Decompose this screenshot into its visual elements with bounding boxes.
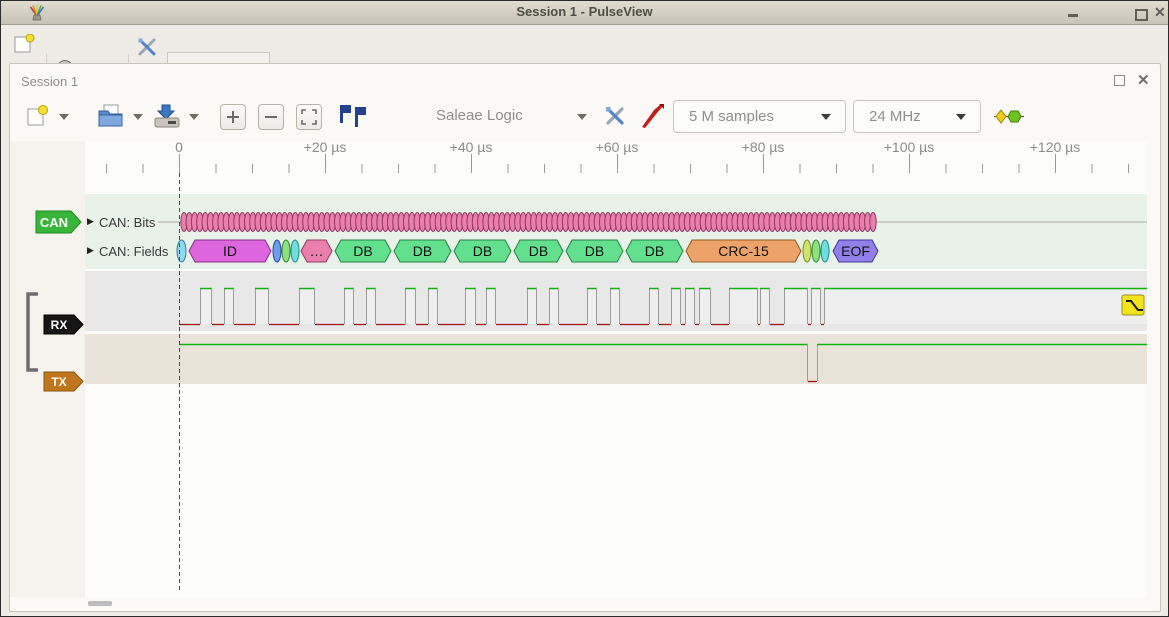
device-config-icon[interactable] <box>604 105 626 127</box>
session-subwindow-title: Session 1 <box>21 74 78 89</box>
float-window-button[interactable] <box>1114 75 1125 86</box>
zoom-in-button[interactable] <box>220 104 246 130</box>
maximize-button[interactable] <box>1135 9 1148 21</box>
rx-row-band <box>85 271 1147 331</box>
main-toolbar: Run Session 1 ✕ <box>1 25 1168 63</box>
bits-row-expander-icon[interactable]: ▶ <box>87 216 94 227</box>
close-button[interactable]: ✕ <box>1154 7 1166 17</box>
sample-count-select[interactable]: 5 M samples <box>673 100 846 133</box>
titlebar: Session 1 - PulseView ✕ <box>1 1 1168 25</box>
sample-count-value: 5 M samples <box>689 108 774 125</box>
new-session-icon[interactable] <box>13 34 35 54</box>
can-decoder-tag[interactable]: CAN <box>35 210 85 234</box>
sample-count-arrow <box>821 114 831 120</box>
rx-tag-label: RX <box>51 318 68 332</box>
rx-channel-tag[interactable]: RX <box>43 314 87 335</box>
device-select[interactable]: Saleae Logic <box>436 107 523 124</box>
zoom-fit-button[interactable] <box>296 104 322 130</box>
can-tag-label: CAN <box>40 215 68 230</box>
add-decoder-icon[interactable] <box>994 108 1024 125</box>
session-close-button[interactable]: ✕ <box>1137 71 1150 89</box>
new-file-icon[interactable] <box>25 105 49 127</box>
pulseview-window: Session 1 - PulseView ✕ Run Session 1 ✕ … <box>0 0 1169 617</box>
channel-group-bracket <box>24 292 44 372</box>
fields-row-expander-icon[interactable]: ▶ <box>87 245 94 256</box>
open-file-dropdown[interactable] <box>133 114 143 120</box>
settings-tools-icon[interactable] <box>137 37 157 57</box>
decoder-row-band <box>85 194 1147 269</box>
sample-rate-select[interactable]: 24 MHz <box>853 100 981 133</box>
fields-row-label: CAN: Fields <box>99 244 168 259</box>
horizontal-scrollbar[interactable] <box>88 601 112 606</box>
bits-row-label: CAN: Bits <box>99 215 155 230</box>
tx-row-band <box>85 334 1147 384</box>
zoom-out-button[interactable] <box>258 104 284 130</box>
trigger-flags-icon[interactable] <box>340 105 368 129</box>
new-file-dropdown[interactable] <box>59 114 69 120</box>
sample-rate-value: 24 MHz <box>869 108 921 125</box>
channels-probe-icon[interactable] <box>640 103 666 129</box>
minimize-button[interactable] <box>1068 14 1078 17</box>
tx-channel-tag[interactable]: TX <box>43 371 87 392</box>
device-select-arrow[interactable] <box>577 114 587 120</box>
tx-tag-label: TX <box>51 375 66 389</box>
sample-rate-arrow <box>956 114 966 120</box>
window-title: Session 1 - PulseView <box>1 4 1168 19</box>
save-session-dropdown[interactable] <box>189 114 199 120</box>
open-file-icon[interactable] <box>97 103 125 129</box>
save-session-icon[interactable] <box>153 103 181 129</box>
zoom-fit-icon <box>300 108 318 126</box>
